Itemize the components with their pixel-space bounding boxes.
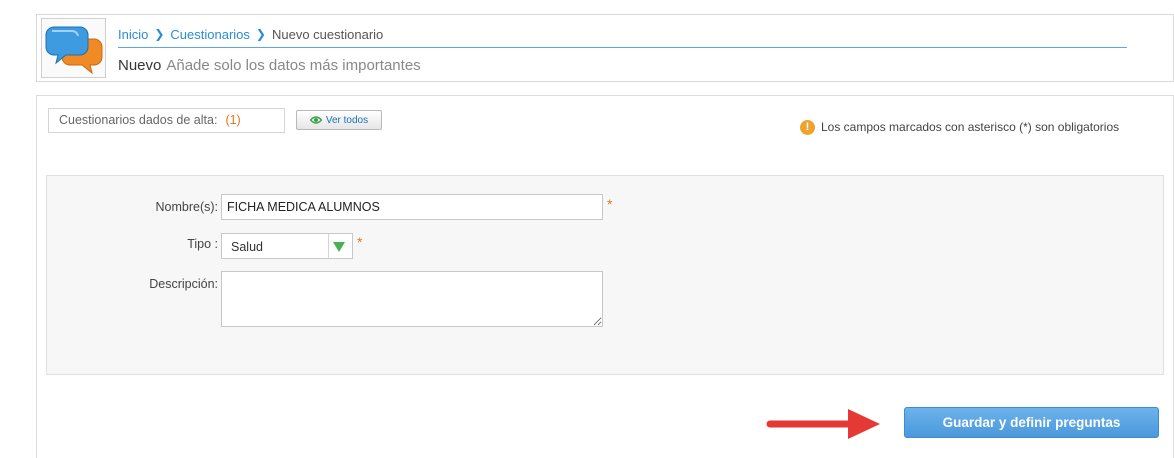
chevron-down-icon[interactable] <box>333 242 345 252</box>
red-arrow-annotation <box>766 409 880 439</box>
type-label: Tipo : <box>187 237 218 251</box>
questionnaire-count: Cuestionarios dados de alta: (1) <box>48 108 285 133</box>
name-input[interactable] <box>221 194 603 220</box>
view-all-label: Ver todos <box>325 114 369 126</box>
page-title: Nuevo <box>118 57 162 74</box>
description-label: Descripción: <box>149 277 218 291</box>
name-required-mark: * <box>607 196 613 212</box>
app-logo <box>41 18 106 78</box>
select-divider <box>328 234 329 258</box>
page-subtitle: Añade solo los datos más importantes <box>166 57 421 74</box>
header-divider <box>118 47 1127 48</box>
breadcrumb-current: Nuevo cuestionario <box>271 26 384 42</box>
breadcrumb-cuestionarios[interactable]: Cuestionarios <box>170 27 250 42</box>
required-note-text: Los campos marcados con asterisco (*) so… <box>821 120 1120 134</box>
chevron-right-icon: ❯ <box>154 27 165 41</box>
breadcrumb-home[interactable]: Inicio <box>118 27 148 42</box>
save-and-define-questions-button[interactable]: Guardar y definir preguntas <box>904 407 1159 438</box>
chat-bubbles-icon <box>45 26 103 75</box>
type-select-value: Salud <box>231 240 263 254</box>
description-textarea[interactable] <box>221 271 603 327</box>
type-required-mark: * <box>357 234 363 250</box>
required-fields-note: ! Los campos marcados con asterisco (*) … <box>800 118 1119 136</box>
breadcrumb: Inicio ❯ Cuestionarios ❯ Nuevo cuestiona… <box>118 25 383 43</box>
count-value: (1) <box>225 113 241 127</box>
chevron-right-icon: ❯ <box>255 27 266 41</box>
count-label: Cuestionarios dados de alta: <box>59 113 218 127</box>
submit-label: Guardar y definir preguntas <box>942 415 1121 430</box>
eye-icon <box>309 116 322 124</box>
view-all-button[interactable]: Ver todos <box>296 110 382 130</box>
page-heading: Nuevo Añade solo los datos más importante… <box>118 57 421 77</box>
name-label: Nombre(s): <box>155 200 218 214</box>
warning-icon: ! <box>800 119 815 135</box>
